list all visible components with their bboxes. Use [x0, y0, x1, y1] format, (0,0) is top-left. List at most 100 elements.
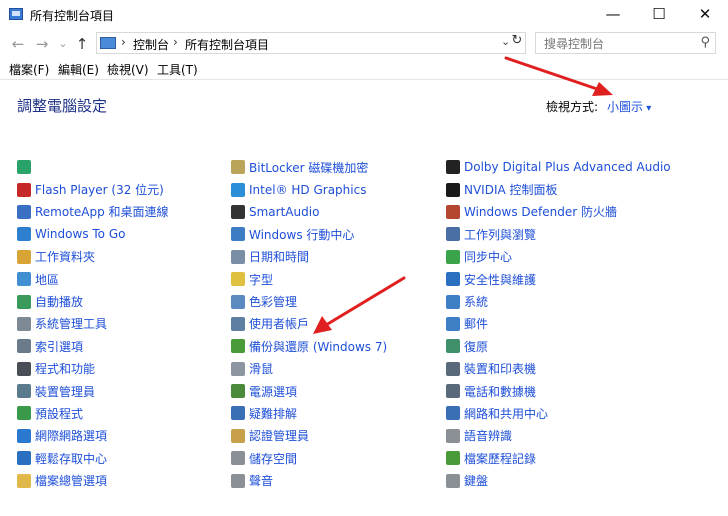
control-panel-item[interactable]: 檔案總管選項: [17, 469, 169, 491]
control-panel-item[interactable]: 檔案歷程記錄: [446, 447, 671, 469]
control-panel-item[interactable]: NVIDIA 控制面板: [446, 178, 671, 200]
minimize-button[interactable]: —: [590, 0, 636, 30]
view-by-dropdown[interactable]: 小圖示: [607, 98, 651, 115]
control-panel-item-label[interactable]: 電話和數據機: [464, 383, 536, 400]
control-panel-item[interactable]: [17, 156, 169, 178]
control-panel-item[interactable]: 字型: [231, 268, 387, 290]
search-box[interactable]: ⚲: [535, 32, 716, 54]
maximize-button[interactable]: ☐: [636, 0, 682, 30]
control-panel-item-label[interactable]: Dolby Digital Plus Advanced Audio: [464, 160, 671, 174]
control-panel-item[interactable]: 儲存空間: [231, 447, 387, 469]
control-panel-item[interactable]: BitLocker 磁碟機加密: [231, 156, 387, 178]
control-panel-item[interactable]: 同步中心: [446, 246, 671, 268]
control-panel-item[interactable]: 自動播放: [17, 290, 169, 312]
control-panel-item-label[interactable]: 聲音: [249, 472, 273, 489]
control-panel-item-label[interactable]: 郵件: [464, 315, 488, 332]
control-panel-item-label[interactable]: 程式和功能: [35, 360, 95, 377]
control-panel-item-label[interactable]: RemoteApp 和桌面連線: [35, 203, 169, 220]
control-panel-item[interactable]: Intel® HD Graphics: [231, 178, 387, 200]
control-panel-item[interactable]: 疑難排解: [231, 402, 387, 424]
control-panel-item-label[interactable]: 網路和共用中心: [464, 405, 548, 422]
refresh-icon[interactable]: ↻: [509, 33, 525, 49]
control-panel-item[interactable]: Flash Player (32 位元): [17, 178, 169, 200]
control-panel-item[interactable]: 日期和時間: [231, 246, 387, 268]
control-panel-item[interactable]: 色彩管理: [231, 290, 387, 312]
control-panel-item-label[interactable]: 使用者帳戶: [249, 315, 309, 332]
control-panel-item[interactable]: 滑鼠: [231, 358, 387, 380]
control-panel-item-label[interactable]: 網際網路選項: [35, 427, 107, 444]
breadcrumb-control-panel[interactable]: 控制台: [133, 36, 169, 53]
control-panel-item-label[interactable]: 儲存空間: [249, 450, 297, 467]
control-panel-item[interactable]: 裝置和印表機: [446, 358, 671, 380]
control-panel-item[interactable]: Windows 行動中心: [231, 223, 387, 245]
control-panel-item-label[interactable]: Intel® HD Graphics: [249, 183, 366, 197]
control-panel-item[interactable]: SmartAudio: [231, 201, 387, 223]
search-input[interactable]: [542, 35, 696, 53]
menu-tools[interactable]: 工具(T): [157, 61, 198, 78]
control-panel-item[interactable]: 工作資料夾: [17, 246, 169, 268]
control-panel-item-label[interactable]: 日期和時間: [249, 248, 309, 265]
up-button[interactable]: ↑: [72, 34, 92, 54]
control-panel-item-label[interactable]: 電源選項: [249, 383, 297, 400]
control-panel-item[interactable]: 系統管理工具: [17, 313, 169, 335]
control-panel-item-label[interactable]: 備份與還原 (Windows 7): [249, 338, 387, 355]
control-panel-item[interactable]: Windows Defender 防火牆: [446, 201, 671, 223]
forward-button[interactable]: →: [32, 34, 52, 54]
control-panel-item-label[interactable]: 裝置和印表機: [464, 360, 536, 377]
control-panel-item-label[interactable]: 滑鼠: [249, 360, 273, 377]
control-panel-item-label[interactable]: 疑難排解: [249, 405, 297, 422]
control-panel-item-label[interactable]: 索引選項: [35, 338, 83, 355]
control-panel-item-label[interactable]: Windows 行動中心: [249, 226, 354, 243]
control-panel-item-label[interactable]: 預設程式: [35, 405, 83, 422]
control-panel-item[interactable]: 認證管理員: [231, 425, 387, 447]
control-panel-item-label[interactable]: BitLocker 磁碟機加密: [249, 159, 368, 176]
control-panel-item[interactable]: Dolby Digital Plus Advanced Audio: [446, 156, 671, 178]
control-panel-item[interactable]: 使用者帳戶: [231, 313, 387, 335]
control-panel-item-label[interactable]: 工作列與瀏覽: [464, 226, 536, 243]
recent-locations-button[interactable]: ⌄: [56, 34, 70, 54]
back-button[interactable]: ←: [8, 34, 28, 54]
control-panel-item[interactable]: 復原: [446, 335, 671, 357]
menu-edit[interactable]: 編輯(E): [58, 61, 99, 78]
control-panel-item-label[interactable]: 輕鬆存取中心: [35, 450, 107, 467]
control-panel-item-label[interactable]: 檔案歷程記錄: [464, 450, 536, 467]
breadcrumb-separator[interactable]: ›: [121, 35, 126, 49]
control-panel-item[interactable]: 網際網路選項: [17, 425, 169, 447]
control-panel-item[interactable]: 系統: [446, 290, 671, 312]
control-panel-item[interactable]: 輕鬆存取中心: [17, 447, 169, 469]
control-panel-item[interactable]: RemoteApp 和桌面連線: [17, 201, 169, 223]
control-panel-item[interactable]: 程式和功能: [17, 358, 169, 380]
control-panel-item[interactable]: 索引選項: [17, 335, 169, 357]
control-panel-item-label[interactable]: 復原: [464, 338, 488, 355]
control-panel-item-label[interactable]: 裝置管理員: [35, 383, 95, 400]
control-panel-item[interactable]: 郵件: [446, 313, 671, 335]
menu-file[interactable]: 檔案(F): [9, 61, 49, 78]
control-panel-item[interactable]: 備份與還原 (Windows 7): [231, 335, 387, 357]
close-button[interactable]: ✕: [682, 0, 728, 30]
control-panel-item-label[interactable]: 地區: [35, 271, 59, 288]
control-panel-item[interactable]: 語音辨識: [446, 425, 671, 447]
control-panel-item-label[interactable]: 鍵盤: [464, 472, 488, 489]
control-panel-item-label[interactable]: Flash Player (32 位元): [35, 181, 164, 198]
control-panel-item-label[interactable]: 工作資料夾: [35, 248, 95, 265]
control-panel-item-label[interactable]: 字型: [249, 271, 273, 288]
search-icon[interactable]: ⚲: [700, 35, 710, 50]
control-panel-item[interactable]: 地區: [17, 268, 169, 290]
control-panel-item-label[interactable]: Windows To Go: [35, 227, 125, 241]
control-panel-item[interactable]: 聲音: [231, 469, 387, 491]
control-panel-item-label[interactable]: Windows Defender 防火牆: [464, 203, 617, 220]
control-panel-item-label[interactable]: 系統管理工具: [35, 315, 107, 332]
control-panel-item[interactable]: 網路和共用中心: [446, 402, 671, 424]
control-panel-item-label[interactable]: 語音辨識: [464, 427, 512, 444]
control-panel-item[interactable]: 電話和數據機: [446, 380, 671, 402]
menu-view[interactable]: 檢視(V): [107, 61, 149, 78]
control-panel-item-label[interactable]: 檔案總管選項: [35, 472, 107, 489]
control-panel-item[interactable]: 電源選項: [231, 380, 387, 402]
breadcrumb-all-items[interactable]: 所有控制台項目: [185, 36, 269, 53]
control-panel-item[interactable]: 裝置管理員: [17, 380, 169, 402]
control-panel-item[interactable]: 工作列與瀏覽: [446, 223, 671, 245]
control-panel-item-label[interactable]: 安全性與維護: [464, 271, 536, 288]
control-panel-item-label[interactable]: SmartAudio: [249, 205, 319, 219]
control-panel-item[interactable]: 鍵盤: [446, 469, 671, 491]
breadcrumb-separator[interactable]: ›: [173, 35, 178, 49]
